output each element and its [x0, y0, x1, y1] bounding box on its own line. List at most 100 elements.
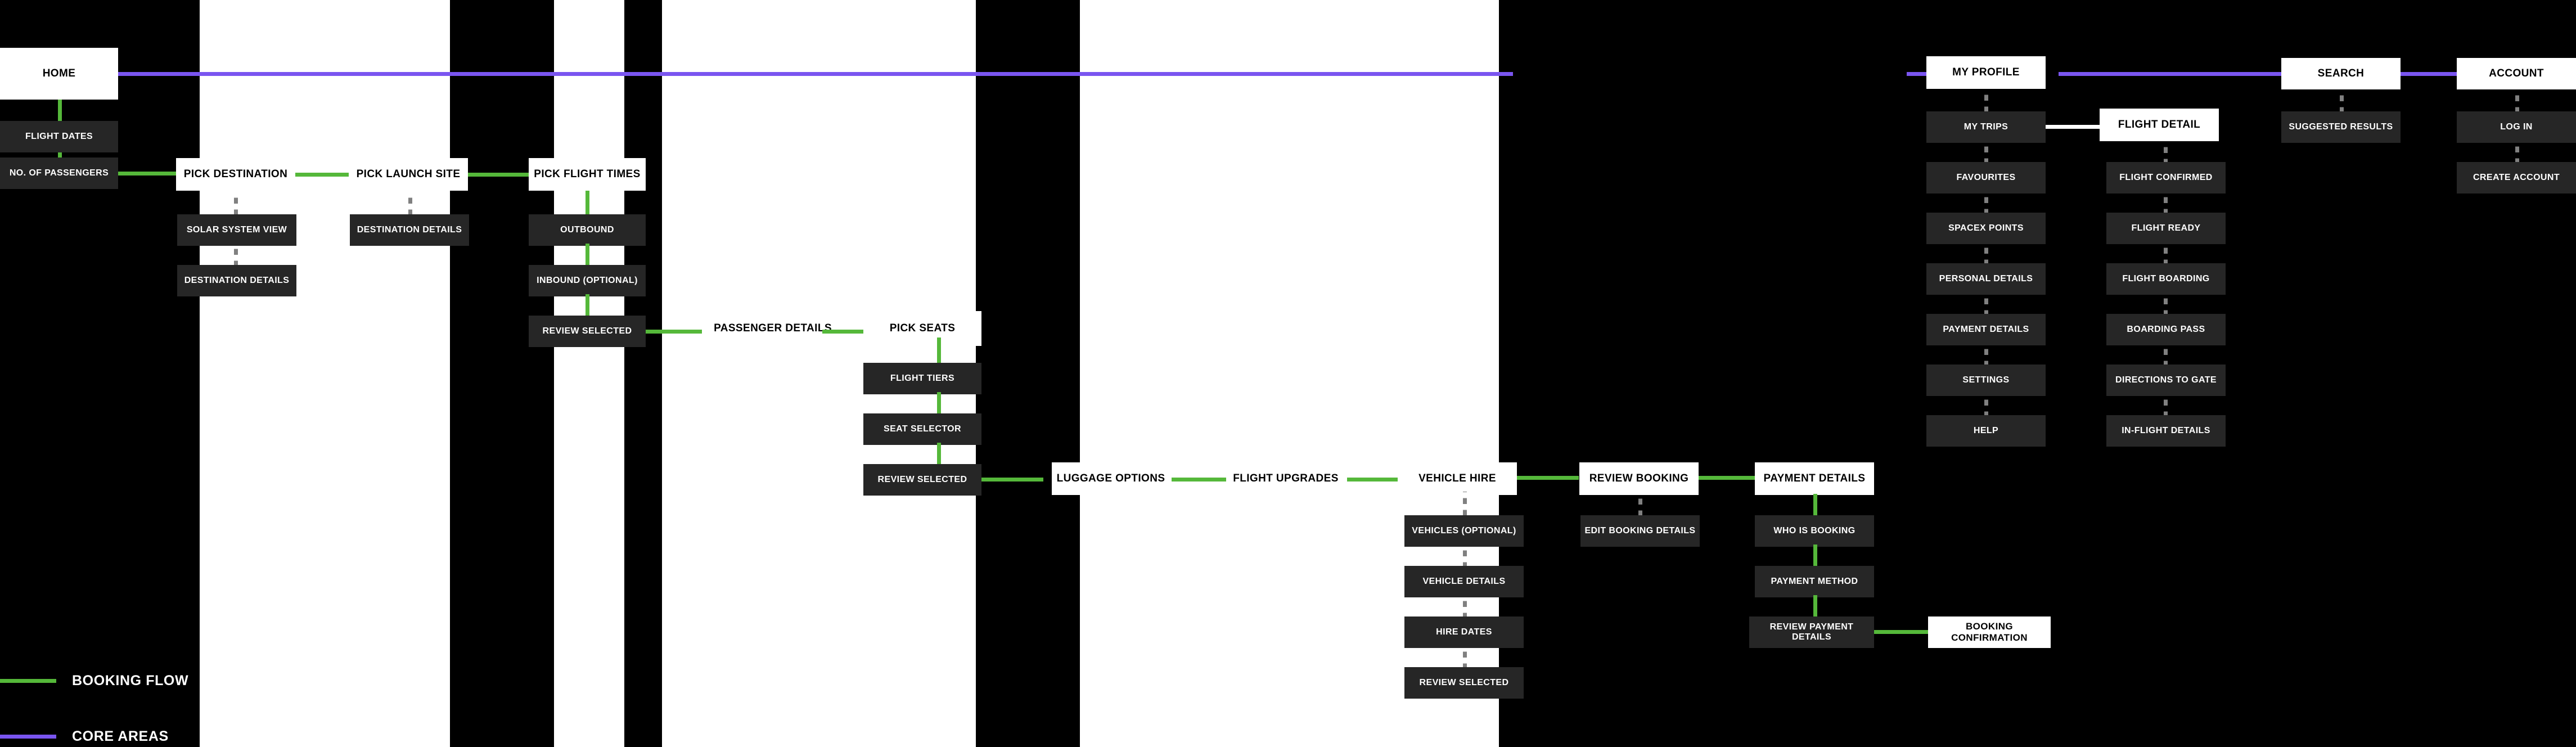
node-flight-boarding[interactable]: FLIGHT BOARDING — [2106, 263, 2226, 295]
node-flight-times-review-selected[interactable]: REVIEW SELECTED — [529, 316, 646, 347]
node-pick-launch-site[interactable]: PICK LAUNCH SITE — [349, 158, 468, 191]
node-label: LUGGAGE OPTIONS — [1056, 472, 1165, 484]
node-passenger-details[interactable]: PASSENGER DETAILS — [702, 311, 844, 346]
node-boarding-pass[interactable]: BOARDING PASS — [2106, 314, 2226, 345]
node-suggested-results[interactable]: SUGGESTED RESULTS — [2281, 111, 2401, 143]
node-search[interactable]: SEARCH — [2281, 58, 2401, 89]
node-flight-confirmed[interactable]: FLIGHT CONFIRMED — [2106, 162, 2226, 194]
node-pick-destination[interactable]: PICK DESTINATION — [176, 158, 295, 191]
node-hire-dates[interactable]: HIRE DATES — [1404, 616, 1524, 648]
node-destination-details[interactable]: DESTINATION DETAILS — [177, 265, 296, 296]
node-flight-ready[interactable]: FLIGHT READY — [2106, 213, 2226, 244]
node-luggage-options[interactable]: LUGGAGE OPTIONS — [1052, 462, 1170, 495]
node-settings[interactable]: SETTINGS — [1926, 364, 2046, 396]
node-outbound[interactable]: OUTBOUND — [529, 214, 646, 246]
node-seat-selector[interactable]: SEAT SELECTOR — [863, 413, 981, 445]
connector-flightupgrades-vehiclehire — [1347, 478, 1403, 482]
connector-spacexpoints-personaldetails — [1984, 242, 1988, 266]
node-log-in[interactable]: LOG IN — [2457, 111, 2576, 143]
node-payment-method[interactable]: PAYMENT METHOD — [1755, 566, 1874, 597]
node-vehicles-optional[interactable]: VEHICLES (OPTIONAL) — [1404, 515, 1524, 547]
node-label: MY TRIPS — [1963, 122, 2008, 132]
connector-favourites-spacexpoints — [1984, 191, 1988, 215]
connector-reviewbooking-editbooking — [1638, 493, 1642, 516]
connector-flightconfirmed-flightready — [2164, 191, 2168, 215]
node-payment-details[interactable]: PAYMENT DETAILS — [1755, 462, 1874, 495]
node-create-account[interactable]: CREATE ACCOUNT — [2457, 162, 2576, 194]
node-label: REVIEW PAYMENT DETAILS — [1769, 622, 1854, 642]
node-flight-dates[interactable]: FLIGHT DATES — [0, 121, 118, 152]
node-inbound-optional[interactable]: INBOUND (OPTIONAL) — [529, 265, 646, 296]
node-label: FLIGHT TIERS — [890, 374, 955, 383]
node-my-profile[interactable]: MY PROFILE — [1926, 56, 2046, 89]
node-spacex-points[interactable]: SPACEX POINTS — [1926, 213, 2046, 244]
legend-swatch-booking-flow — [0, 679, 56, 683]
connector-mytrips-favourites — [1984, 141, 1988, 164]
node-no-of-passengers[interactable]: NO. OF PASSENGERS — [0, 158, 118, 189]
node-review-payment-details[interactable]: REVIEW PAYMENT DETAILS — [1749, 616, 1874, 648]
connector-pickdestination-solarsystem — [234, 192, 238, 215]
node-home[interactable]: HOME — [0, 48, 118, 100]
node-pick-seats[interactable]: PICK SEATS — [863, 311, 981, 346]
node-label: IN-FLIGHT DETAILS — [2122, 426, 2210, 435]
node-solar-system-view[interactable]: SOLAR SYSTEM VIEW — [177, 214, 296, 246]
node-label: FLIGHT CONFIRMED — [2119, 173, 2213, 182]
legend-label-booking-flow: BOOKING FLOW — [72, 673, 189, 688]
node-directions-to-gate[interactable]: DIRECTIONS TO GATE — [2106, 364, 2226, 396]
node-label: SEARCH — [2317, 68, 2365, 79]
node-vehicle-details[interactable]: VEHICLE DETAILS — [1404, 566, 1524, 597]
node-flight-detail[interactable]: FLIGHT DETAIL — [2100, 109, 2219, 141]
node-in-flight-details[interactable]: IN-FLIGHT DETAILS — [2106, 415, 2226, 447]
node-vehicle-hire[interactable]: VEHICLE HIRE — [1398, 462, 1517, 495]
node-vehicle-review-selected[interactable]: REVIEW SELECTED — [1404, 667, 1524, 699]
node-who-is-booking[interactable]: WHO IS BOOKING — [1755, 515, 1874, 547]
node-label: FAVOURITES — [1956, 173, 2016, 182]
core-areas-line — [2059, 72, 2284, 76]
core-areas-line — [118, 72, 1513, 76]
node-label: WHO IS BOOKING — [1773, 526, 1856, 536]
node-label: BOARDING PASS — [2127, 325, 2205, 334]
node-booking-confirmation[interactable]: BOOKING CONFIRMATION — [1928, 616, 2051, 648]
node-label: SPACEX POINTS — [1948, 223, 2024, 233]
connector-vehiclehire-vehicles — [1463, 492, 1467, 516]
node-pick-flight-times[interactable]: PICK FLIGHT TIMES — [529, 158, 646, 191]
node-flight-tiers[interactable]: FLIGHT TIERS — [863, 363, 981, 394]
connector-paymentdetails-whoisbooking — [1813, 494, 1817, 516]
connector-flightdetail-flightconfirmed — [2164, 141, 2168, 165]
node-label: SEAT SELECTOR — [884, 424, 961, 434]
node-label: VEHICLES (OPTIONAL) — [1412, 526, 1516, 536]
node-label: FLIGHT DATES — [25, 132, 93, 141]
node-label: FLIGHT READY — [2131, 223, 2201, 233]
connector-solarsystem-destdetails — [234, 244, 238, 266]
node-favourites[interactable]: FAVOURITES — [1926, 162, 2046, 194]
node-review-booking[interactable]: REVIEW BOOKING — [1579, 462, 1699, 495]
connector-home-flightdates — [58, 100, 62, 121]
node-label: CREATE ACCOUNT — [2473, 173, 2560, 182]
connector-whoisbooking-paymentmethod — [1813, 544, 1817, 568]
node-account[interactable]: ACCOUNT — [2457, 58, 2576, 89]
connector-seatsreview-luggageoptions — [981, 478, 1043, 482]
node-label: PAYMENT DETAILS — [1943, 325, 2029, 334]
node-label: FLIGHT UPGRADES — [1233, 472, 1339, 484]
node-label: EDIT BOOKING DETAILS — [1584, 526, 1696, 536]
node-help[interactable]: HELP — [1926, 415, 2046, 447]
node-label: MY PROFILE — [1952, 66, 2020, 78]
node-label: PICK LAUNCH SITE — [356, 168, 461, 180]
node-label: FLIGHT DETAIL — [2118, 119, 2201, 130]
node-profile-payment-details[interactable]: PAYMENT DETAILS — [1926, 314, 2046, 345]
node-label: BOOKING CONFIRMATION — [1951, 621, 2028, 643]
node-seats-review-selected[interactable]: REVIEW SELECTED — [863, 464, 981, 496]
connector-reviewselected-passengerdetails — [646, 330, 708, 334]
connector-picklaunchsite-destdetails — [408, 192, 412, 215]
node-flight-upgrades[interactable]: FLIGHT UPGRADES — [1226, 462, 1345, 495]
connector-myprofile-mytrips — [1984, 89, 1988, 112]
node-launch-destination-details[interactable]: DESTINATION DETAILS — [350, 214, 469, 246]
node-label: PAYMENT METHOD — [1771, 577, 1858, 586]
node-edit-booking-details[interactable]: EDIT BOOKING DETAILS — [1580, 515, 1700, 547]
node-personal-details[interactable]: PERSONAL DETAILS — [1926, 263, 2046, 295]
node-my-trips[interactable]: MY TRIPS — [1926, 111, 2046, 143]
node-label: VEHICLE HIRE — [1418, 472, 1496, 484]
node-label: PICK SEATS — [889, 322, 956, 334]
node-label: FLIGHT BOARDING — [2122, 274, 2210, 284]
node-label: HOME — [42, 68, 76, 79]
